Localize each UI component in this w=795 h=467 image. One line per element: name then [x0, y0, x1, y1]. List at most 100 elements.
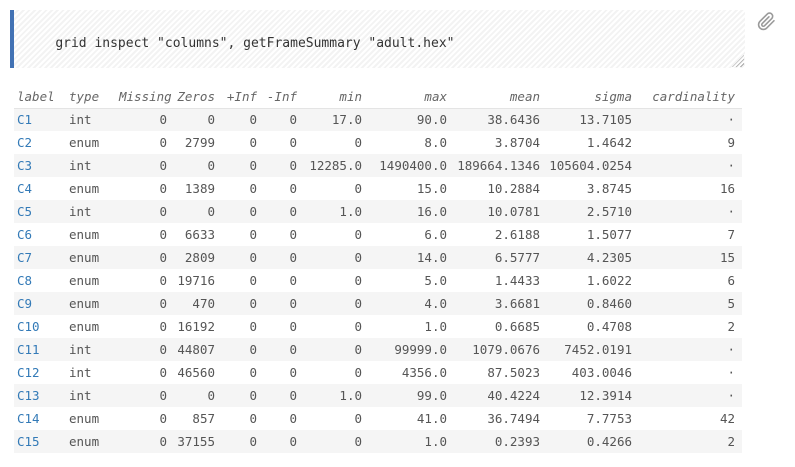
column-label-link[interactable]: C15: [17, 434, 40, 449]
cell-min: 0: [297, 292, 362, 315]
cell-missing: 0: [119, 407, 167, 430]
cell-max: 4.0: [362, 292, 447, 315]
column-label-link[interactable]: C4: [17, 181, 32, 196]
cell-label: C12: [14, 361, 69, 384]
resize-handle-icon[interactable]: [732, 55, 744, 67]
column-label-link[interactable]: C12: [17, 365, 40, 380]
cell-label: C14: [14, 407, 69, 430]
cell-type: int: [69, 338, 119, 361]
paperclip-icon[interactable]: [757, 12, 777, 34]
cell-min: 1.0: [297, 384, 362, 407]
cell-max: 14.0: [362, 246, 447, 269]
frame-summary-table: labeltypeMissingZeros+Inf-Infminmaxmeans…: [14, 85, 742, 453]
cell-max: 1.0: [362, 430, 447, 453]
table-row: C9enum04700004.03.66810.84605: [14, 292, 742, 315]
cell-inf: 0: [215, 315, 257, 338]
cell-max: 99.0: [362, 384, 447, 407]
cell-mean: 10.0781: [447, 200, 540, 223]
cell-cardinality: 6: [632, 269, 742, 292]
cell-zeros: 37155: [167, 430, 215, 453]
column-label-link[interactable]: C6: [17, 227, 32, 242]
column-label-link[interactable]: C14: [17, 411, 40, 426]
cell-type: enum: [69, 430, 119, 453]
cell-missing: 0: [119, 338, 167, 361]
cell-mean: 0.6685: [447, 315, 540, 338]
cell-label: C4: [14, 177, 69, 200]
cell-zeros: 470: [167, 292, 215, 315]
cell-label: C13: [14, 384, 69, 407]
table-row: C10enum0161920001.00.66850.47082: [14, 315, 742, 338]
cell-mean: 3.6681: [447, 292, 540, 315]
cell-missing: 0: [119, 154, 167, 177]
cell-zeros: 46560: [167, 361, 215, 384]
cell-sigma: 4.2305: [540, 246, 632, 269]
cell-missing: 0: [119, 315, 167, 338]
table-row: C15enum0371550001.00.23930.42662: [14, 430, 742, 453]
cell-inf: 0: [257, 154, 297, 177]
column-label-link[interactable]: C10: [17, 319, 40, 334]
column-header-missing: Missing: [119, 85, 167, 108]
cell-sigma: 7.7753: [540, 407, 632, 430]
cell-missing: 0: [119, 384, 167, 407]
cell-mean: 6.5777: [447, 246, 540, 269]
cell-missing: 0: [119, 292, 167, 315]
cell-type: int: [69, 200, 119, 223]
cell-label: C3: [14, 154, 69, 177]
cell-min: 0: [297, 315, 362, 338]
cell-label: C5: [14, 200, 69, 223]
cell-missing: 0: [119, 430, 167, 453]
cell-max: 16.0: [362, 200, 447, 223]
cell-sigma: 1.4642: [540, 131, 632, 154]
column-label-link[interactable]: C3: [17, 158, 32, 173]
cell-inf: 0: [257, 177, 297, 200]
cell-label: C1: [14, 108, 69, 131]
column-label-link[interactable]: C7: [17, 250, 32, 265]
cell-min: 12285.0: [297, 154, 362, 177]
cell-min: 17.0: [297, 108, 362, 131]
cell-label: C7: [14, 246, 69, 269]
cell-cardinality: ·: [632, 108, 742, 131]
cell-inf: 0: [257, 430, 297, 453]
cell-label: C11: [14, 338, 69, 361]
table-row: C4enum0138900015.010.28843.874516: [14, 177, 742, 200]
table-row: C7enum0280900014.06.57774.230515: [14, 246, 742, 269]
cell-inf: 0: [257, 361, 297, 384]
cell-cardinality: ·: [632, 361, 742, 384]
column-header-max: max: [362, 85, 447, 108]
cell-min: 0: [297, 361, 362, 384]
cell-mean: 36.7494: [447, 407, 540, 430]
cell-cardinality: 15: [632, 246, 742, 269]
code-input[interactable]: grid inspect "columns", getFrameSummary …: [14, 10, 745, 68]
cell-zeros: 1389: [167, 177, 215, 200]
cell-inf: 0: [215, 200, 257, 223]
cell-max: 41.0: [362, 407, 447, 430]
column-label-link[interactable]: C2: [17, 135, 32, 150]
column-label-link[interactable]: C13: [17, 388, 40, 403]
cell-max: 5.0: [362, 269, 447, 292]
column-label-link[interactable]: C5: [17, 204, 32, 219]
code-text: grid inspect "columns", getFrameSummary …: [55, 36, 454, 51]
cell-type: int: [69, 361, 119, 384]
cell-cardinality: ·: [632, 384, 742, 407]
cell-inf: 0: [257, 200, 297, 223]
cell-label: C9: [14, 292, 69, 315]
code-cell: grid inspect "columns", getFrameSummary …: [10, 10, 785, 68]
cell-cardinality: 42: [632, 407, 742, 430]
column-label-link[interactable]: C11: [17, 342, 40, 357]
column-header-label: label: [14, 85, 69, 108]
cell-cardinality: ·: [632, 338, 742, 361]
cell-zeros: 0: [167, 200, 215, 223]
cell-sigma: 1.5077: [540, 223, 632, 246]
cell-mean: 3.8704: [447, 131, 540, 154]
table-row: C6enum066330006.02.61881.50777: [14, 223, 742, 246]
cell-max: 1.0: [362, 315, 447, 338]
column-label-link[interactable]: C9: [17, 296, 32, 311]
cell-cardinality: 7: [632, 223, 742, 246]
cell-inf: 0: [257, 384, 297, 407]
column-label-link[interactable]: C8: [17, 273, 32, 288]
cell-cardinality: ·: [632, 200, 742, 223]
cell-min: 0: [297, 430, 362, 453]
column-label-link[interactable]: C1: [17, 112, 32, 127]
table-row: C8enum0197160005.01.44331.60226: [14, 269, 742, 292]
cell-max: 90.0: [362, 108, 447, 131]
